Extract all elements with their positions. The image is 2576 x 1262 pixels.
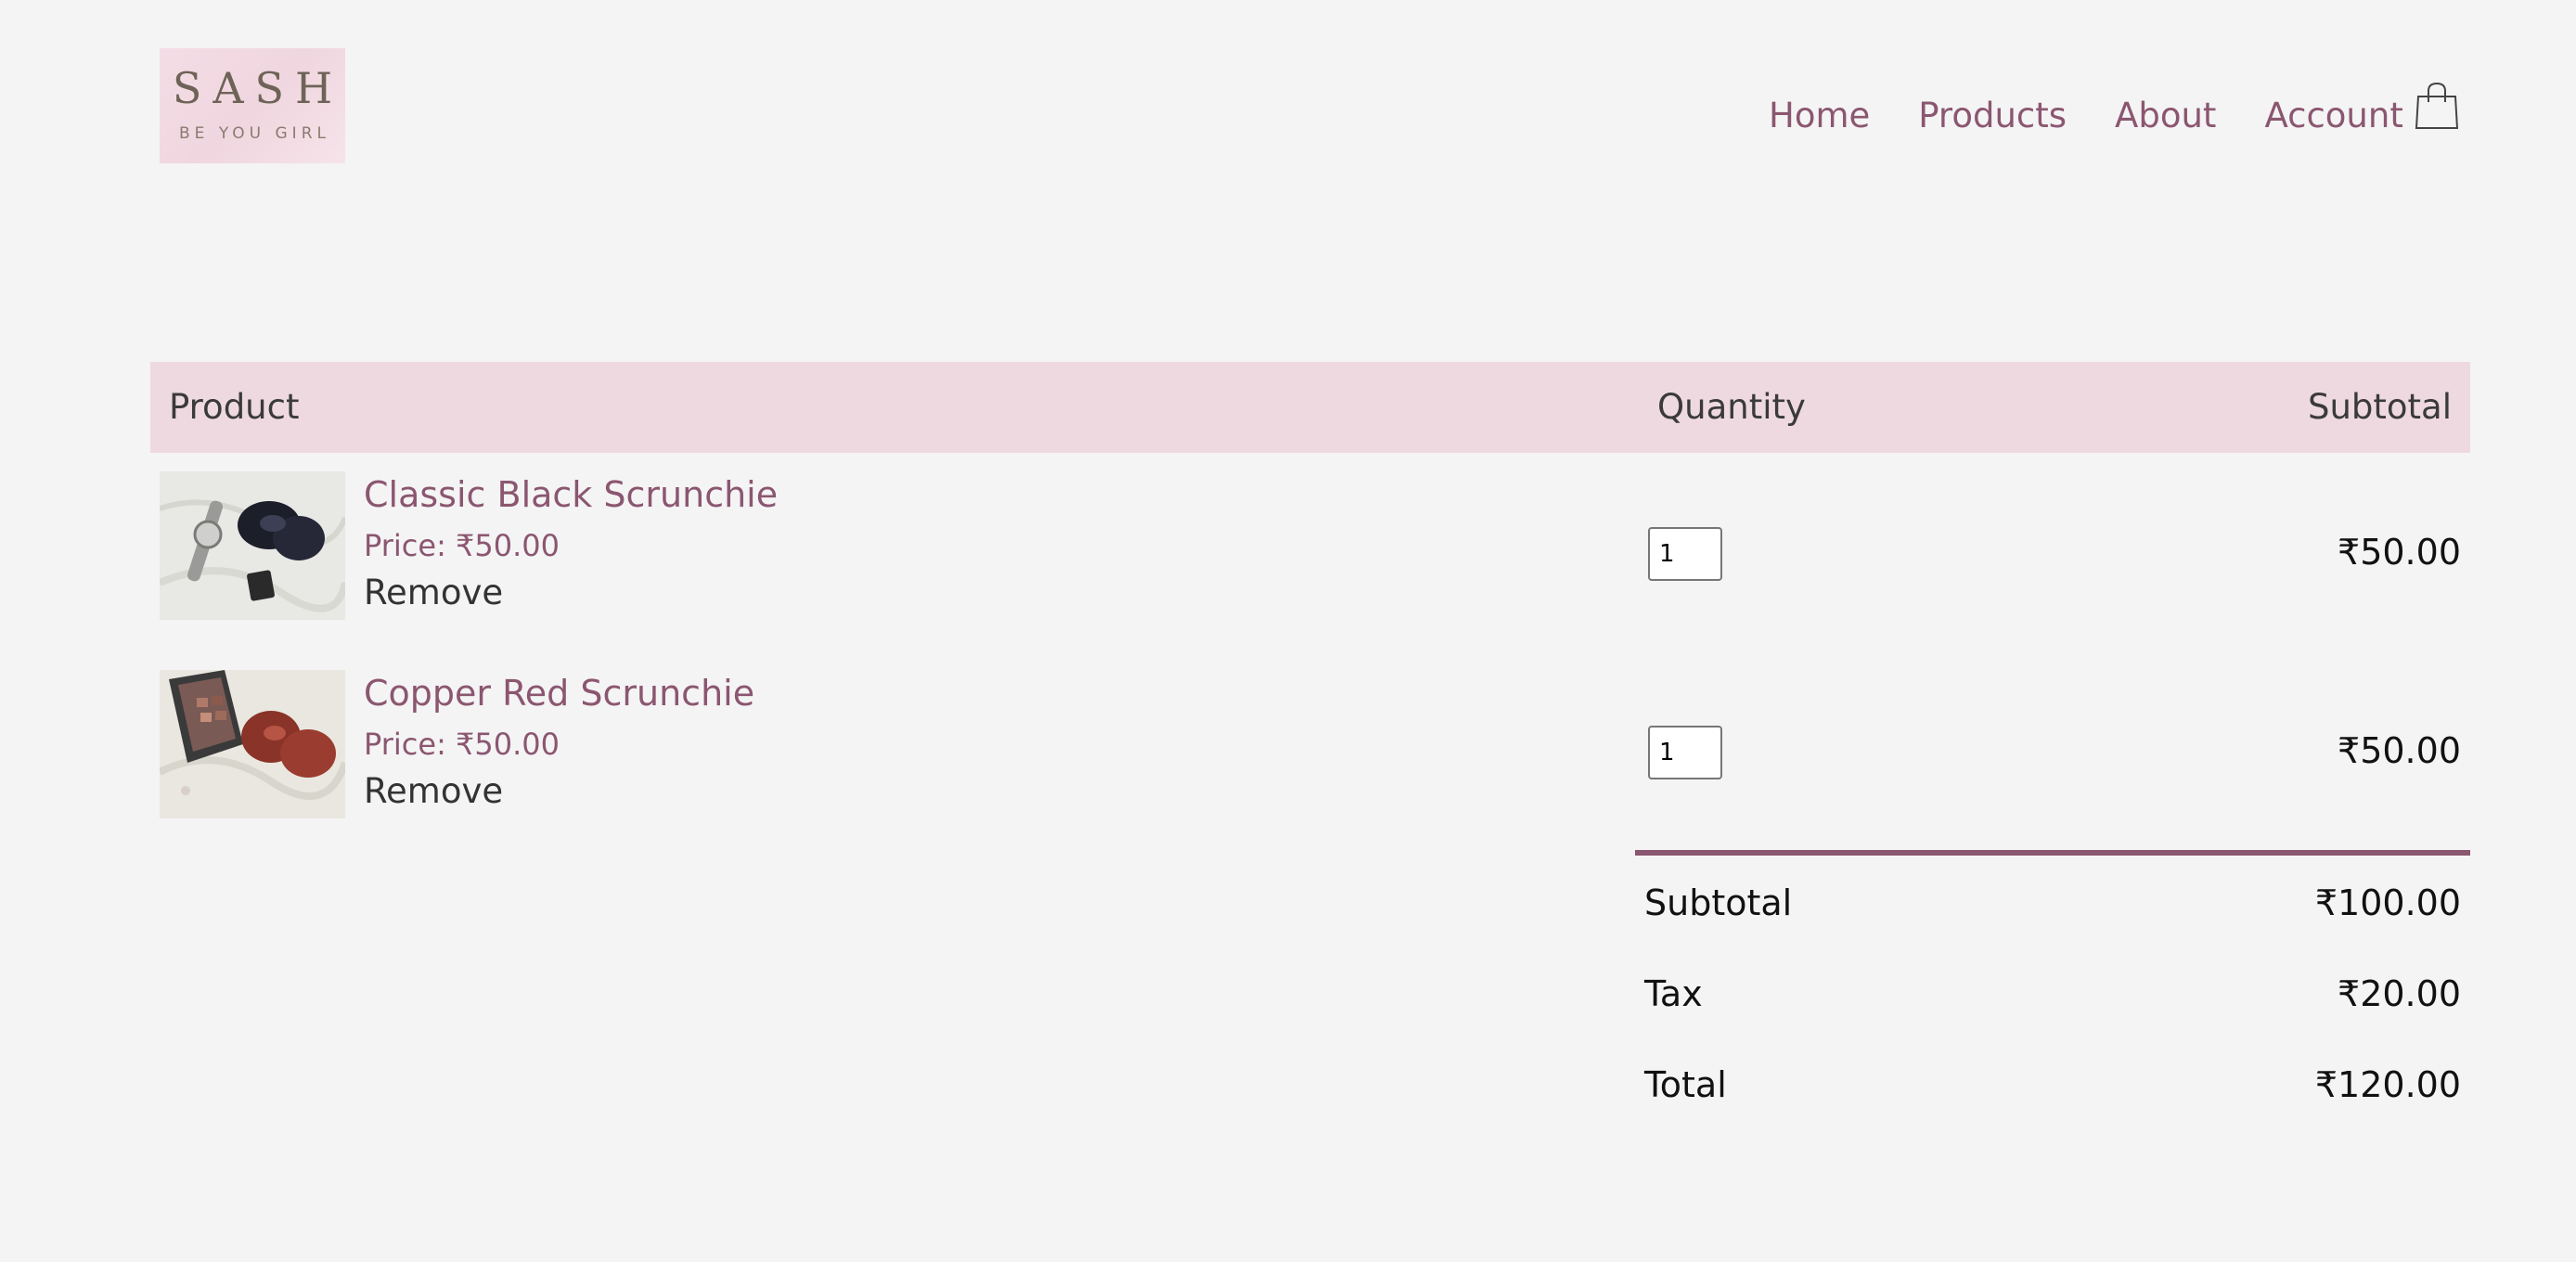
totals-subtotal-row: Subtotal ₹100.00 xyxy=(1635,856,2470,946)
nav-account-link[interactable]: Account xyxy=(2264,91,2402,141)
cart-table: Product Quantity Subtotal Classic Black … xyxy=(150,362,2470,850)
cart-totals: Subtotal ₹100.00 Tax ₹20.00 Total ₹120.0… xyxy=(1635,850,2470,1128)
logo-wordmark: SASH xyxy=(172,63,344,113)
product-info: Classic Black Scrunchie Price: ₹50.00 Re… xyxy=(364,471,778,616)
header-quantity: Quantity xyxy=(1657,387,1806,427)
product-image-copper-red-scrunchie[interactable] xyxy=(160,670,345,818)
product-name-link[interactable]: Classic Black Scrunchie xyxy=(364,471,778,518)
row-subtotal: ₹50.00 xyxy=(2338,730,2461,771)
cart-table-header: Product Quantity Subtotal xyxy=(150,362,2470,453)
product-info: Copper Red Scrunchie Price: ₹50.00 Remov… xyxy=(364,670,754,815)
nav-products-link[interactable]: Products xyxy=(1918,91,2067,141)
cart-row: Classic Black Scrunchie Price: ₹50.00 Re… xyxy=(150,453,2470,651)
quantity-input[interactable] xyxy=(1648,527,1722,581)
product-price: Price: ₹50.00 xyxy=(364,528,560,563)
cart-row: Copper Red Scrunchie Price: ₹50.00 Remov… xyxy=(150,651,2470,850)
product-image-black-scrunchie[interactable] xyxy=(160,471,345,620)
nav-home-link[interactable]: Home xyxy=(1769,91,1870,141)
totals-tax-row: Tax ₹20.00 xyxy=(1635,946,2470,1037)
tax-label: Tax xyxy=(1644,973,1703,1014)
logo-tagline: BE YOU GIRL xyxy=(179,124,330,143)
subtotal-label: Subtotal xyxy=(1644,882,1793,923)
remove-item-link[interactable]: Remove xyxy=(364,768,754,815)
nav-about-link[interactable]: About xyxy=(2115,91,2216,141)
product-price: Price: ₹50.00 xyxy=(364,727,560,762)
product-name-link[interactable]: Copper Red Scrunchie xyxy=(364,670,754,716)
remove-item-link[interactable]: Remove xyxy=(364,570,778,616)
shopping-bag-icon[interactable] xyxy=(2415,82,2459,132)
header-subtotal: Subtotal xyxy=(2307,387,2452,427)
header-product: Product xyxy=(169,387,300,427)
row-subtotal: ₹50.00 xyxy=(2338,532,2461,573)
main-nav: Home Products About Account xyxy=(1769,91,2452,141)
quantity-input[interactable] xyxy=(1648,726,1722,779)
total-label: Total xyxy=(1644,1064,1727,1105)
subtotal-value: ₹100.00 xyxy=(2314,882,2461,923)
total-value: ₹120.00 xyxy=(2314,1064,2461,1105)
totals-total-row: Total ₹120.00 xyxy=(1635,1037,2470,1128)
brand-logo[interactable]: SASH BE YOU GIRL xyxy=(160,48,345,163)
tax-value: ₹20.00 xyxy=(2338,973,2461,1014)
